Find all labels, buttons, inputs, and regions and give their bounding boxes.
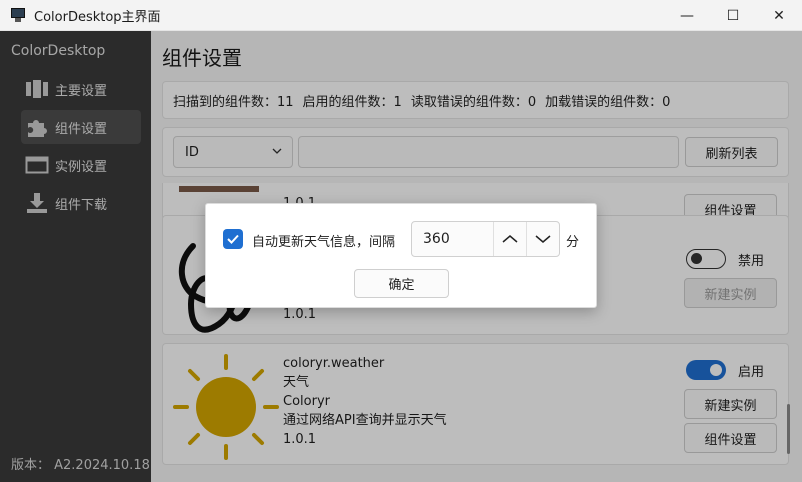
window-title: ColorDesktop主界面 bbox=[34, 9, 161, 25]
auto-update-checkbox[interactable] bbox=[223, 229, 243, 249]
maximize-icon: ☐ bbox=[726, 7, 740, 24]
minimize-icon: — bbox=[680, 7, 694, 24]
interval-stepper[interactable]: 360 bbox=[411, 221, 560, 257]
weather-settings-dialog: 自动更新天气信息，间隔 360 分 确定 bbox=[205, 203, 597, 308]
confirm-button[interactable]: 确定 bbox=[354, 269, 449, 298]
increment-button[interactable] bbox=[493, 222, 526, 256]
minimize-button[interactable]: — bbox=[664, 0, 710, 31]
title-bar: ColorDesktop主界面 — ☐ ✕ bbox=[0, 0, 802, 31]
decrement-button[interactable] bbox=[526, 222, 559, 256]
chevron-up-icon bbox=[502, 235, 518, 243]
checkmark-icon bbox=[227, 234, 239, 244]
app-icon bbox=[10, 7, 26, 23]
maximize-button[interactable]: ☐ bbox=[710, 0, 756, 31]
chevron-down-icon bbox=[535, 235, 551, 243]
close-button[interactable]: ✕ bbox=[756, 0, 802, 31]
auto-update-label: 自动更新天气信息，间隔 bbox=[252, 235, 396, 250]
interval-value[interactable]: 360 bbox=[423, 231, 450, 247]
interval-unit: 分 bbox=[566, 235, 580, 250]
close-icon: ✕ bbox=[773, 7, 785, 24]
